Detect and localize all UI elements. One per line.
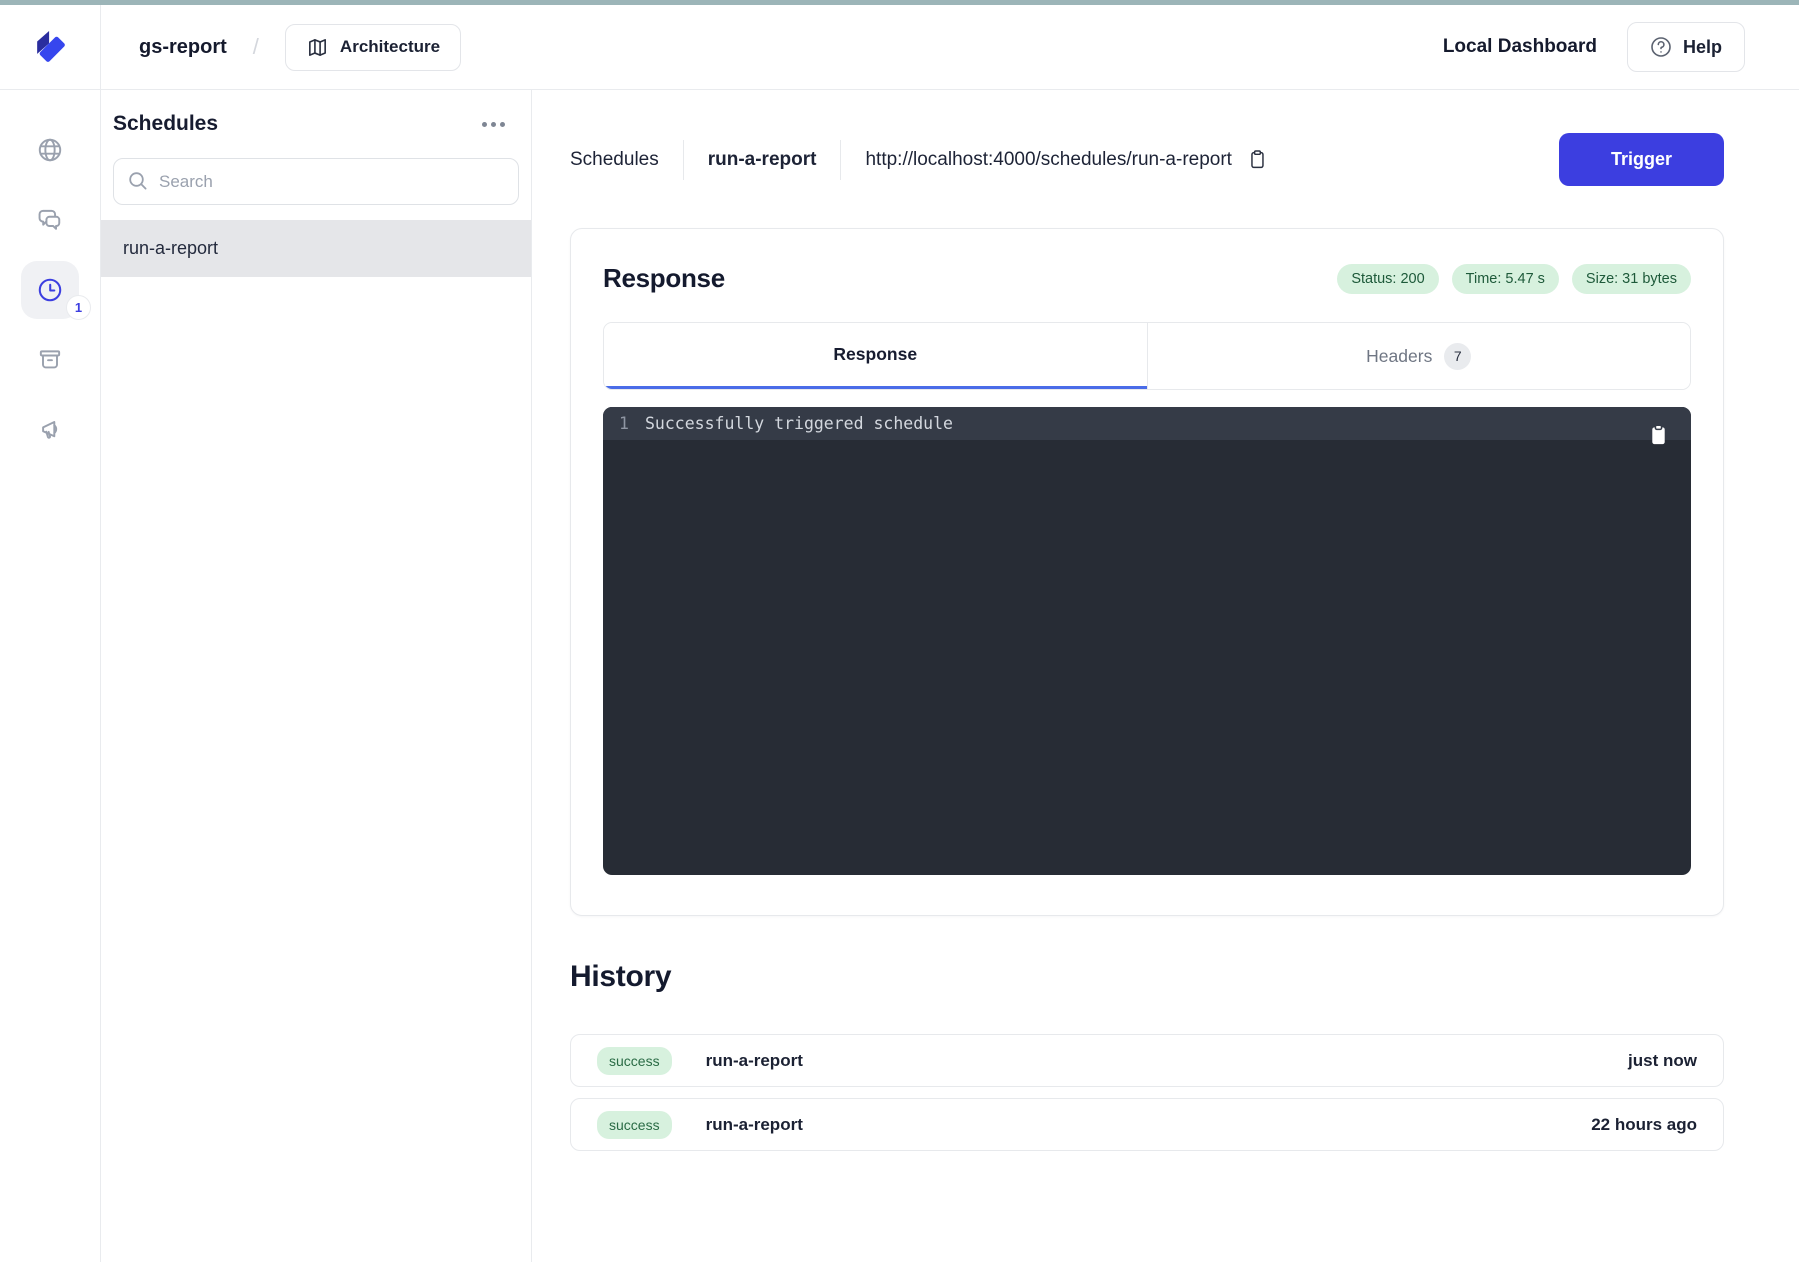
encore-logo-icon bbox=[28, 25, 72, 69]
sidebar-item-schedules[interactable]: 1 bbox=[21, 261, 79, 319]
search-icon bbox=[126, 169, 150, 193]
nav-rail: 1 bbox=[0, 90, 101, 1262]
divider bbox=[683, 140, 684, 180]
list-item-label: run-a-report bbox=[123, 238, 218, 259]
response-title: Response bbox=[603, 263, 725, 294]
archive-icon bbox=[36, 346, 64, 374]
status-pill: success bbox=[597, 1111, 672, 1139]
app-logo[interactable] bbox=[0, 5, 101, 89]
clock-icon bbox=[36, 276, 64, 304]
divider bbox=[840, 140, 841, 180]
history-title: History bbox=[570, 960, 1724, 994]
status-pill: success bbox=[597, 1047, 672, 1075]
app-header: gs-report / Architecture Local Dashboard bbox=[0, 5, 1799, 90]
main-content: Schedules run-a-report http://localhost:… bbox=[532, 90, 1799, 1262]
ellipsis-menu-icon[interactable] bbox=[480, 116, 507, 133]
history-row-name: run-a-report bbox=[706, 1115, 803, 1135]
list-item-run-a-report[interactable]: run-a-report bbox=[101, 220, 531, 277]
sidebar-item-pubsub[interactable] bbox=[21, 191, 79, 249]
history-row[interactable]: success run-a-report 22 hours ago bbox=[570, 1098, 1724, 1151]
toolbar: Schedules run-a-report http://localhost:… bbox=[570, 133, 1724, 186]
response-card: Response Status: 200 Time: 5.47 s Size: … bbox=[570, 228, 1724, 916]
architecture-label: Architecture bbox=[340, 37, 440, 57]
help-button[interactable]: Help bbox=[1627, 22, 1745, 72]
history-row-name: run-a-report bbox=[706, 1051, 803, 1071]
schedule-url: http://localhost:4000/schedules/run-a-re… bbox=[865, 149, 1232, 171]
search-wrap bbox=[113, 158, 519, 205]
response-tabs: Response Headers 7 bbox=[603, 322, 1691, 390]
tab-headers[interactable]: Headers 7 bbox=[1147, 323, 1691, 389]
code-line: 1 Successfully triggered schedule bbox=[603, 407, 1691, 440]
schedules-count-badge: 1 bbox=[66, 295, 91, 320]
line-text: Successfully triggered schedule bbox=[645, 414, 953, 433]
tab-headers-label: Headers bbox=[1366, 346, 1432, 367]
breadcrumb-section: Schedules bbox=[570, 149, 659, 171]
project-name: gs-report bbox=[139, 36, 227, 59]
tab-response-label: Response bbox=[833, 344, 917, 365]
tab-response[interactable]: Response bbox=[604, 323, 1147, 389]
header-main: gs-report / Architecture Local Dashboard bbox=[101, 5, 1799, 89]
megaphone-icon bbox=[36, 416, 64, 444]
history-row[interactable]: success run-a-report just now bbox=[570, 1034, 1724, 1087]
history-row-time: 22 hours ago bbox=[1591, 1115, 1697, 1135]
panel-title: Schedules bbox=[113, 112, 218, 136]
chat-icon bbox=[36, 206, 64, 234]
size-badge: Size: 31 bytes bbox=[1572, 264, 1691, 294]
response-badges: Status: 200 Time: 5.47 s Size: 31 bytes bbox=[1337, 264, 1691, 294]
schedules-list: run-a-report bbox=[101, 220, 531, 277]
status-badge: Status: 200 bbox=[1337, 264, 1438, 294]
sidebar-item-announce[interactable] bbox=[21, 401, 79, 459]
sidebar-item-storage[interactable] bbox=[21, 331, 79, 389]
question-circle-icon bbox=[1650, 36, 1672, 58]
breadcrumb-separator: / bbox=[253, 34, 259, 60]
history-list: success run-a-report just now success ru… bbox=[570, 1034, 1724, 1151]
header-right: Local Dashboard Help bbox=[1443, 22, 1745, 72]
time-badge: Time: 5.47 s bbox=[1452, 264, 1559, 294]
breadcrumb-name: run-a-report bbox=[708, 149, 817, 171]
dashboard-title: Local Dashboard bbox=[1443, 36, 1597, 58]
map-icon bbox=[306, 36, 329, 59]
search-input[interactable] bbox=[113, 158, 519, 205]
breadcrumb: Schedules run-a-report http://localhost:… bbox=[570, 140, 1268, 180]
trigger-button[interactable]: Trigger bbox=[1559, 133, 1724, 186]
help-label: Help bbox=[1683, 37, 1722, 58]
globe-icon bbox=[36, 136, 64, 164]
headers-count-badge: 7 bbox=[1444, 343, 1471, 370]
architecture-button[interactable]: Architecture bbox=[285, 24, 461, 71]
history-row-time: just now bbox=[1628, 1051, 1697, 1071]
copy-url-icon[interactable] bbox=[1246, 148, 1268, 172]
copy-response-icon[interactable] bbox=[1648, 423, 1669, 448]
response-body-code: 1 Successfully triggered schedule bbox=[603, 407, 1691, 875]
sidebar-item-api[interactable] bbox=[21, 121, 79, 179]
line-number: 1 bbox=[619, 414, 645, 433]
schedules-panel: Schedules run-a-report bbox=[101, 90, 532, 1262]
